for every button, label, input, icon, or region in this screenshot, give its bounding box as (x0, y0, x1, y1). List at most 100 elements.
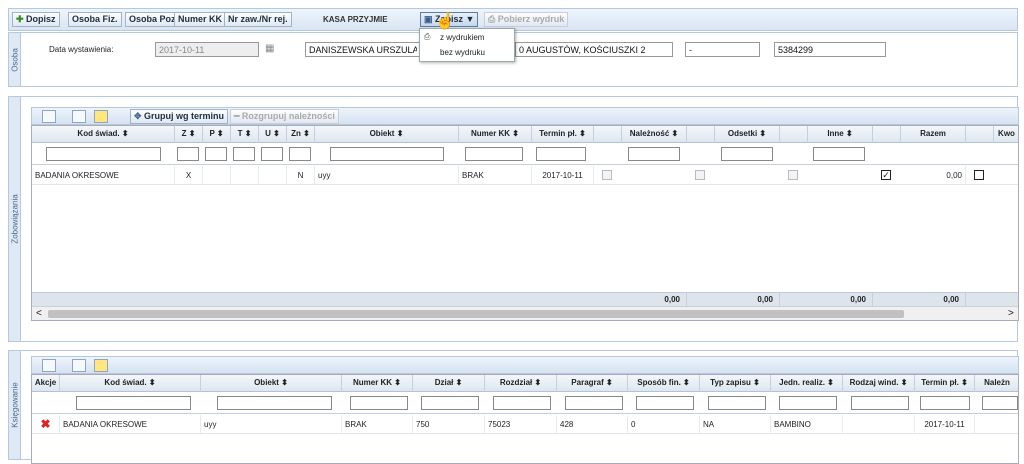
col-u[interactable]: U ⬍ (259, 126, 287, 143)
edit-icon[interactable] (94, 359, 108, 372)
table-row[interactable]: ✖ BADANIA OKRESOWE uyy BRAK 750 75023 42… (32, 415, 1018, 434)
cell-p (203, 166, 231, 185)
col-odsetki[interactable]: Odsetki ⬍ (715, 126, 780, 143)
col-kwota[interactable]: Kwo (994, 126, 1018, 143)
col-rozdzial[interactable]: Rozdział ⬍ (485, 375, 557, 392)
col-check3 (780, 126, 808, 143)
edit-icon[interactable] (94, 110, 108, 123)
filter-obiekt[interactable] (330, 147, 444, 161)
filter-zn[interactable] (289, 147, 311, 161)
filter-kod[interactable] (76, 396, 191, 410)
col-t[interactable]: T ⬍ (231, 126, 259, 143)
table-row[interactable]: BADANIA OKRESOWE X N uyy BRAK 2017-10-11… (32, 166, 1018, 185)
col-typ[interactable]: Typ zapisu ⬍ (700, 375, 771, 392)
filter-termin[interactable] (536, 147, 586, 161)
address-field[interactable] (515, 42, 673, 57)
checkbox-inne[interactable] (788, 170, 798, 180)
filter-naleznosc[interactable] (982, 396, 1018, 410)
filter-u[interactable] (261, 147, 283, 161)
filter-sposob[interactable] (636, 396, 694, 410)
refresh-icon[interactable] (42, 110, 56, 123)
col-inne[interactable]: Inne ⬍ (808, 126, 873, 143)
filter-rodzaj[interactable] (851, 396, 909, 410)
col-z[interactable]: Z ⬍ (175, 126, 203, 143)
filter-obiekt[interactable] (217, 396, 332, 410)
filter-inne[interactable] (813, 147, 865, 161)
save-icon[interactable] (72, 359, 86, 372)
dopisz-button[interactable]: ✚ Dopisz (12, 12, 60, 27)
filter-dzial[interactable] (421, 396, 479, 410)
filter-rozdzial[interactable] (493, 396, 551, 410)
col-razem[interactable]: Razem (901, 126, 966, 143)
col-zn[interactable]: Zn ⬍ (287, 126, 315, 143)
filter-jedn[interactable] (779, 396, 837, 410)
col-rodzaj[interactable]: Rodzaj wind. ⬍ (843, 375, 915, 392)
zobowiazania-grid: Kod świad. ⬍ Z ⬍ P ⬍ T ⬍ U ⬍ Zn ⬍ Obiekt… (31, 125, 1019, 321)
filter-odsetki[interactable] (721, 147, 773, 161)
scroll-right-icon[interactable]: > (1008, 308, 1014, 319)
menu-item-bez-wydruku[interactable]: bez wydruku (440, 48, 485, 57)
col-p[interactable]: P ⬍ (203, 126, 231, 143)
dash-field[interactable] (685, 42, 760, 57)
col-naleznosc[interactable]: Należn (975, 375, 1018, 392)
grid-header: Akcje Kod świad. ⬍ Obiekt ⬍ Numer KK ⬍ D… (32, 375, 1018, 392)
filter-t[interactable] (233, 147, 255, 161)
filter-numer[interactable] (350, 396, 408, 410)
col-paragraf[interactable]: Paragraf ⬍ (557, 375, 628, 392)
col-kod[interactable]: Kod świad. ⬍ (60, 375, 201, 392)
name-field[interactable] (305, 42, 421, 57)
filter-kod[interactable] (46, 147, 161, 161)
checkbox-naleznosc[interactable] (602, 170, 612, 180)
zobowiazania-tab[interactable]: Zobowiązania (9, 97, 21, 341)
filter-p[interactable] (205, 147, 227, 161)
delete-icon[interactable]: ✖ (32, 415, 60, 434)
col-numer[interactable]: Numer KK ⬍ (342, 375, 413, 392)
checkbox-razem[interactable]: ✓ (881, 170, 891, 180)
filter-numer[interactable] (465, 147, 523, 161)
rozgrupuj-button[interactable]: ━ Rozgrupuj należności (230, 109, 339, 124)
osoba-fiz-button[interactable]: Osoba Fiz. (68, 12, 122, 27)
filter-paragraf[interactable] (565, 396, 623, 410)
col-termin[interactable]: Termin pł. ⬍ (532, 126, 594, 143)
date-field[interactable] (155, 42, 259, 57)
col-obiekt[interactable]: Obiekt ⬍ (201, 375, 342, 392)
number-field[interactable] (774, 42, 886, 57)
grupuj-button[interactable]: ✥ Grupuj wg terminu (130, 109, 229, 124)
ksiegowanie-tab[interactable]: Księgowanie (9, 351, 21, 459)
filter-naleznosc[interactable] (628, 147, 680, 161)
col-check1 (594, 126, 622, 143)
cell-numer: BRAK (459, 166, 532, 185)
numer-kk-button[interactable]: Numer KK (174, 12, 227, 27)
cell-jedn: BAMBINO (771, 415, 843, 434)
scroll-thumb[interactable] (48, 310, 904, 318)
col-jedn[interactable]: Jedn. realiz. ⬍ (771, 375, 843, 392)
grid-header: Kod świad. ⬍ Z ⬍ P ⬍ T ⬍ U ⬍ Zn ⬍ Obiekt… (32, 126, 1018, 143)
col-obiekt[interactable]: Obiekt ⬍ (315, 126, 459, 143)
nr-zaw-button[interactable]: Nr zaw./Nr rej. (224, 12, 292, 27)
checkbox-odsetki[interactable] (695, 170, 705, 180)
horizontal-scrollbar[interactable]: < > (32, 306, 1018, 320)
cell-termin: 2017-10-11 (532, 166, 594, 185)
hand-cursor-icon: ☝ (435, 13, 455, 30)
col-sposob[interactable]: Sposób fin. ⬍ (628, 375, 700, 392)
col-numer[interactable]: Numer KK ⬍ (459, 126, 532, 143)
checkbox-kwota[interactable] (974, 170, 984, 180)
col-kod[interactable]: Kod świad. ⬍ (32, 126, 175, 143)
col-naleznosc[interactable]: Należność ⬍ (622, 126, 687, 143)
calendar-icon[interactable]: ▦ (265, 43, 274, 54)
filter-termin[interactable] (920, 396, 970, 410)
plus-icon: ✚ (16, 14, 27, 24)
col-termin[interactable]: Termin pł. ⬍ (915, 375, 975, 392)
filter-z[interactable] (177, 147, 199, 161)
refresh-icon[interactable] (42, 359, 56, 372)
menu-item-z-wydrukiem[interactable]: z wydrukiem (440, 33, 484, 42)
col-check4 (873, 126, 901, 143)
scroll-left-icon[interactable]: < (36, 308, 42, 319)
save-icon[interactable] (72, 110, 86, 123)
pobierz-wydruk-button[interactable]: ⎙ Pobierz wydruk (484, 12, 569, 27)
osoba-tab[interactable]: Osoba (9, 33, 21, 86)
col-dzial[interactable]: Dział ⬍ (413, 375, 485, 392)
printer-icon: ⎙ (424, 32, 431, 41)
filter-typ[interactable] (708, 396, 766, 410)
cell-sposob: 0 (628, 415, 700, 434)
